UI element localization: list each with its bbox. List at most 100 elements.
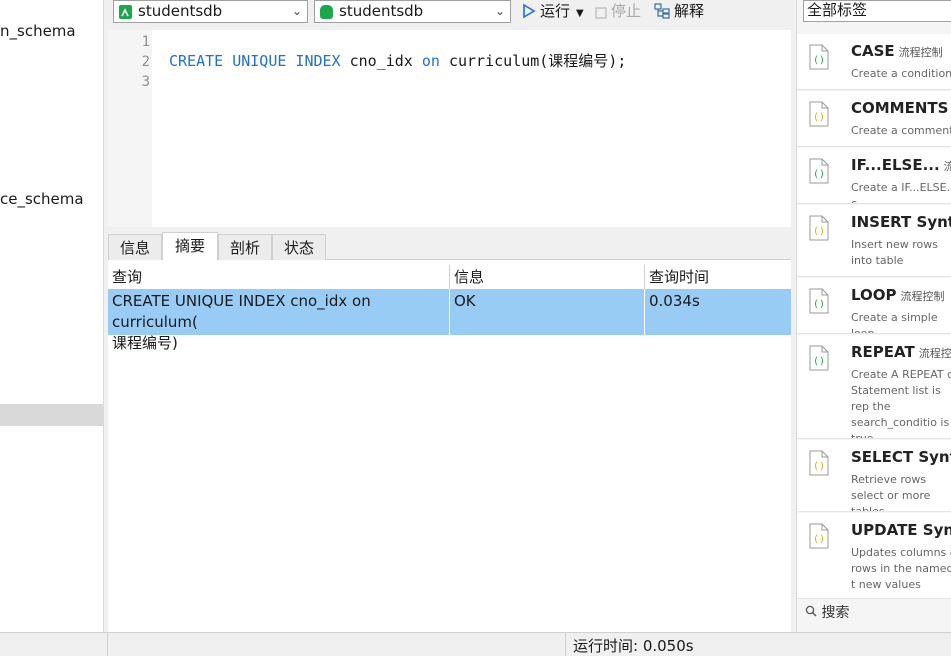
svg-text:(): () [813,169,825,180]
nav-item-schema-1[interactable]: n_schema [0,20,104,42]
tab-summary[interactable]: 摘要 [162,232,218,261]
svg-text:(): () [813,226,825,237]
snippet-file-icon: () [808,44,830,70]
sql-keyword: on [421,52,440,70]
search-icon [805,605,821,621]
cell-time[interactable]: 0.034s [645,289,791,335]
snippet-title-text: LOOP [851,286,897,304]
nav-item-selected[interactable] [0,404,104,426]
svg-text:(): () [813,299,825,310]
snippet-title-text: SELECT Synta [851,448,951,466]
nav-item-schema-2[interactable]: ce_schema [0,188,104,210]
snippet-item[interactable]: () IF...ELSE... 流程控 Create a IF...ELSE... c [797,148,951,204]
snippet-item[interactable]: () COMMENTS注 Create a comment [797,91,951,147]
snippet-file-icon: () [808,523,830,549]
column-header-query[interactable]: 查询 [108,265,450,289]
connection-select[interactable]: studentsdb ⌄ [113,0,308,23]
snippet-description: Create A REPEAT co Statement list is rep… [851,368,951,439]
snippet-tag: 流程控 [944,160,951,173]
status-segment [0,633,108,656]
database-select[interactable]: studentsdb ⌄ [314,0,511,23]
snippet-file-icon: () [808,101,830,127]
database-select-value: studentsdb [339,2,424,20]
snippet-description: Updates columns of rows in the named t n… [851,546,951,591]
snippet-title: SELECT Synta [851,448,951,466]
snippet-item[interactable]: () REPEAT流程控制 Create A REPEAT co Statement… [797,335,951,439]
snippet-panel: 全部标签 () CASE 流程控制 Create a conditiona() COMM… [796,0,951,632]
column-header-info[interactable]: 信息 [450,265,645,289]
snippet-file-icon: () [808,215,830,241]
snippet-search-input[interactable]: 搜索 [797,600,951,626]
snippet-title-text: INSERT Synta [851,213,951,231]
snippet-title-text: COMMENTS [851,99,949,117]
stop-icon [595,7,607,19]
snippet-item[interactable]: () LOOP 流程控制 Create a simple loop [797,278,951,334]
snippet-description: Create a comment [851,124,951,137]
cell-info[interactable]: OK [450,289,645,335]
status-bar: 运行时间: 0.050s [0,632,951,656]
tab-profile[interactable]: 剖析 [218,234,272,260]
snippet-title: UPDATE Synt [851,521,951,539]
snippet-title: IF...ELSE... 流程控 [851,156,951,174]
chevron-down-icon: ⌄ [494,4,505,18]
snippet-description: Retrieve rows select or more tables [851,473,931,512]
sql-statement[interactable]: CREATE UNIQUE INDEX cno_idx on curriculu… [169,51,626,71]
sql-keyword: CREATE UNIQUE INDEX [169,52,341,70]
app-window: n_schema ce_schema studentsdb ⌄ students… [0,0,951,656]
sql-editor[interactable]: 1 2 3 CREATE UNIQUE INDEX cno_idx on cur… [108,30,791,227]
table-row[interactable]: CREATE UNIQUE INDEX cno_idx on curriculu… [108,289,791,352]
snippet-description: Create a simple loop [851,311,938,334]
snippet-item[interactable]: () UPDATE Synt Updates columns of rows in … [797,513,951,599]
stop-button[interactable]: 停止 [595,0,641,23]
cell-query[interactable]: CREATE UNIQUE INDEX cno_idx on curriculu… [108,289,450,352]
tag-filter-select[interactable]: 全部标签 [803,0,951,22]
snippet-title-text: IF...ELSE... [851,156,940,174]
snippet-item[interactable]: () CASE 流程控制 Create a conditiona [797,34,951,90]
snippet-title-text: CASE [851,42,895,60]
snippet-tag: 流程控制 [918,347,951,360]
svg-text:(): () [813,112,825,123]
snippet-file-icon: () [808,158,830,184]
line-number: 3 [141,74,150,90]
svg-text:(): () [813,356,825,367]
connection-select-value: studentsdb [138,2,223,20]
snippet-title: INSERT Synta [851,213,951,231]
snippet-title: LOOP 流程控制 [851,286,945,304]
snippet-description: Create a conditiona [851,67,951,80]
run-dropdown-icon[interactable]: ▼ [576,8,584,19]
object-navigator: n_schema ce_schema [0,0,104,632]
svg-text:(): () [813,461,825,472]
snippet-title: REPEAT流程控制 [851,343,951,361]
svg-text:(): () [813,534,825,545]
run-time-text: 运行时间: 0.050s [573,637,694,655]
explain-icon [654,3,670,19]
snippet-title-text: REPEAT [851,343,915,361]
sql-identifier: cno_idx [340,52,422,70]
search-placeholder: 搜索 [821,605,850,621]
sql-identifier: curriculum(课程编号); [439,52,627,70]
snippet-title: CASE 流程控制 [851,42,943,60]
snippet-file-icon: () [808,450,830,476]
snippet-item[interactable]: () INSERT Synta Insert new rows into table [797,205,951,277]
explain-button[interactable]: 解释 [654,0,704,23]
run-button[interactable]: 运行 ▼ [522,0,584,23]
snippet-tag: 流程控制 [898,46,943,59]
result-grid: 查询 信息 查询时间 CREATE UNIQUE INDEX cno_idx o… [108,260,791,632]
snippet-description: Create a IF...ELSE... c [851,181,951,204]
snippet-title-text: UPDATE Synt [851,521,951,539]
database-icon [320,5,333,19]
snippet-item[interactable]: () SELECT Synta Retrieve rows select or mo… [797,440,951,512]
tab-info[interactable]: 信息 [108,234,162,260]
column-header-time[interactable]: 查询时间 [645,265,791,289]
query-toolbar: studentsdb ⌄ studentsdb ⌄ 运行 ▼ 停止 解释 [108,0,791,24]
play-icon [523,3,536,19]
snippet-title: COMMENTS注 [851,99,951,117]
snippet-file-icon: () [808,288,830,314]
snippet-description: Insert new rows into table [851,238,939,267]
connection-icon [119,5,132,19]
line-number: 2 [141,54,150,70]
snippet-tag: 流程控制 [900,290,945,303]
svg-text:(): () [813,55,825,66]
tab-status[interactable]: 状态 [272,234,326,260]
line-number: 1 [141,34,150,50]
